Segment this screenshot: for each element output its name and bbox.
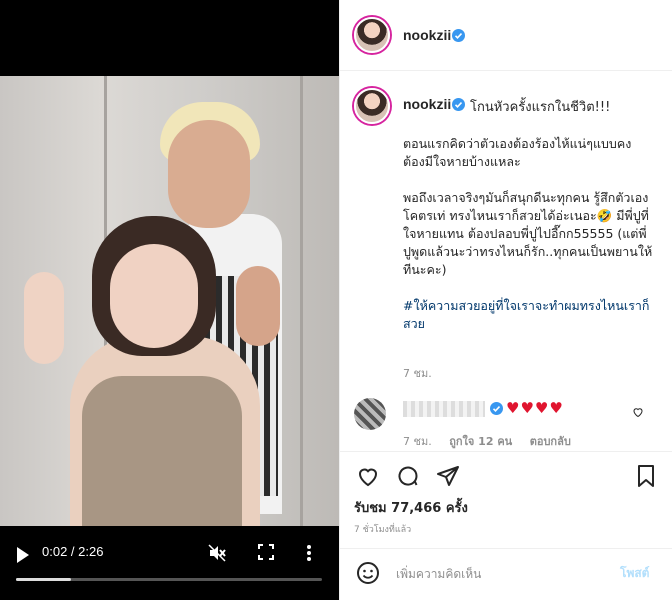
woman-face <box>110 244 198 348</box>
caption-headline: โกนหัวครั้งแรกในชีวิต!!! <box>470 100 611 115</box>
man-face <box>168 120 250 228</box>
share-icon[interactable] <box>436 464 460 488</box>
comment-likes[interactable]: ถูกใจ 12 คน <box>449 435 512 448</box>
instagram-post-view: 0:02 / 2:26 nookzii nookzii โกนหัวครั้งแ… <box>0 0 672 600</box>
peace-sign-hand <box>24 272 64 364</box>
caption-timestamp: 7 ชม. <box>403 367 432 380</box>
post-comment-button[interactable]: โพสต์ <box>620 564 649 583</box>
play-icon[interactable] <box>16 546 30 564</box>
video-frame[interactable] <box>0 76 339 526</box>
caption-username[interactable]: nookzii <box>403 96 451 112</box>
blurred-username[interactable] <box>403 401 485 417</box>
post-actions: รับชม 77,466 ครั้ง 7 ชั่วโมงที่แล้ว <box>340 451 672 541</box>
wall-edge <box>300 76 303 526</box>
comment-input[interactable] <box>396 563 606 585</box>
more-vertical-icon[interactable] <box>306 544 312 562</box>
woman-top <box>82 376 242 526</box>
verified-badge-icon <box>452 29 465 42</box>
verified-badge-icon <box>452 98 465 111</box>
avatar[interactable] <box>354 88 390 124</box>
video-player[interactable]: 0:02 / 2:26 <box>0 0 339 600</box>
comment-row: ♥♥♥♥ 7 ชม. ถูกใจ 12 คน ตอบกลับ <box>340 398 672 448</box>
post-header: nookzii <box>340 0 672 71</box>
hashtag-link[interactable]: #ให้ความสวยอยู่ที่ใจเราจะทำผมทรงไหนเราก็… <box>403 297 653 333</box>
blurred-avatar[interactable] <box>354 398 386 430</box>
comment-meta: 7 ชม. ถูกใจ 12 คน ตอบกลับ <box>403 432 585 450</box>
heart-icon[interactable] <box>632 406 644 418</box>
video-progress-fill <box>16 578 72 581</box>
man-arm <box>236 266 280 346</box>
avatar[interactable] <box>354 17 390 53</box>
header-username[interactable]: nookzii <box>403 27 451 43</box>
comment-icon[interactable] <box>396 464 420 488</box>
post-side-panel: nookzii nookzii โกนหัวครั้งแรกในชีวิต!!!… <box>339 0 672 600</box>
bookmark-icon[interactable] <box>634 464 658 488</box>
fullscreen-icon[interactable] <box>258 544 274 560</box>
video-time: 0:02 / 2:26 <box>42 544 104 559</box>
post-age: 7 ชั่วโมงที่แล้ว <box>354 525 412 535</box>
video-controls: 0:02 / 2:26 <box>0 538 339 600</box>
view-count[interactable]: รับชม 77,466 ครั้ง <box>354 497 468 518</box>
heart-icon[interactable] <box>356 464 380 488</box>
comment-text-hearts: ♥♥♥♥ <box>506 399 564 417</box>
caption-paragraph: พอถึงเวลาจริงๆมันก็สนุกดีนะทุกคน รู้สึกต… <box>403 190 653 277</box>
volume-muted-icon[interactable] <box>208 544 226 562</box>
video-progress-bar[interactable] <box>16 578 322 581</box>
reply-button[interactable]: ตอบกลับ <box>530 435 571 448</box>
comment-timestamp: 7 ชม. <box>403 435 432 448</box>
caption-text: ตอนแรกคิดว่าตัวเองต้องร้องไห้แน่ๆแบบคงต้… <box>403 135 653 351</box>
caption-paragraph: ตอนแรกคิดว่าตัวเองต้องร้องไห้แน่ๆแบบคงต้… <box>403 136 632 169</box>
verified-badge-icon <box>490 402 503 415</box>
emoji-icon[interactable] <box>356 561 380 585</box>
add-comment-bar: โพสต์ <box>340 548 672 600</box>
